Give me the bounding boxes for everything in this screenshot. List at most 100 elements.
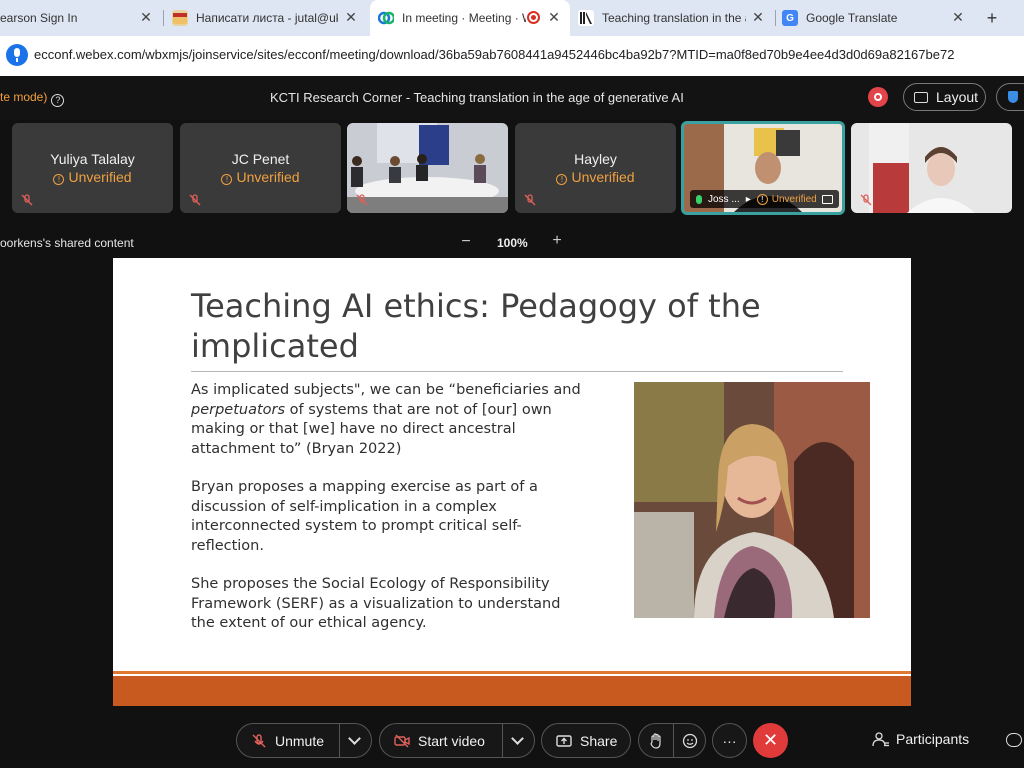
participant-video <box>851 123 1012 213</box>
warning-icon: ! <box>221 174 233 185</box>
chat-icon[interactable] <box>1006 733 1022 747</box>
participants-label: Participants <box>896 731 970 747</box>
slide-footer-band <box>113 676 911 706</box>
slide-paragraph: She proposes the Social Ecology of Respo… <box>191 576 561 631</box>
participant-video-tile[interactable] <box>851 123 1012 213</box>
google-translate-icon: G <box>782 10 798 26</box>
layout-button[interactable]: Layout <box>903 83 986 111</box>
participant-name: Hayley <box>574 151 617 167</box>
address-bar: ecconf.webex.com/wbxmjs/joinservice/site… <box>0 36 1024 76</box>
participant-name: Yuliya Talalay <box>50 151 135 167</box>
close-icon: ✕ <box>762 730 779 750</box>
close-icon[interactable]: ✕ <box>343 9 359 25</box>
tab-ukrnet-mail[interactable]: Написати листа - jutal@ukr.n ✕ <box>172 0 367 36</box>
mic-on-icon <box>696 194 702 204</box>
warning-icon: ! <box>53 174 65 185</box>
tab-label: In meeting · Meeting · We <box>402 11 526 25</box>
microphone-icon[interactable] <box>6 44 28 66</box>
participant-status: ! Unverified <box>12 169 173 185</box>
close-icon[interactable]: ✕ <box>138 9 154 25</box>
share-button[interactable]: Share <box>541 723 631 758</box>
warning-icon: ! <box>756 193 768 205</box>
meeting-room-video <box>347 123 508 213</box>
participant-name: JC Penet <box>231 151 290 167</box>
new-tab-icon[interactable]: + <box>982 8 1002 28</box>
muted-mic-icon <box>21 194 33 206</box>
participant-status: ! Unverified <box>180 169 341 185</box>
help-icon[interactable]: ? <box>51 94 65 107</box>
close-icon[interactable]: ✕ <box>750 9 766 25</box>
participant-tile[interactable]: Yuliya Talalay ! Unverified <box>12 123 173 213</box>
tab-webex-meeting[interactable]: In meeting · Meeting · We ✕ <box>370 0 570 36</box>
share-label: Share <box>580 732 618 749</box>
participant-status: ! Unverified <box>515 169 676 185</box>
slide-divider <box>191 371 843 372</box>
webex-icon <box>378 10 394 26</box>
shared-slide: Teaching AI ethics: Pedagogy of the impl… <box>113 258 911 706</box>
emoji-reaction-icon <box>682 733 698 748</box>
close-icon[interactable]: ✕ <box>950 9 966 25</box>
tab-separator <box>163 10 164 26</box>
slide-paragraph: Bryan proposes a mapping exercise as par… <box>191 479 538 554</box>
url-field[interactable]: ecconf.webex.com/wbxmjs/joinservice/site… <box>34 47 954 62</box>
status-text: Unverified <box>236 169 300 185</box>
unmute-label: Unmute <box>275 732 325 749</box>
muted-mic-icon <box>524 194 536 206</box>
tab-label: Teaching translation in the ag <box>602 11 746 25</box>
start-video-button[interactable]: Start video <box>380 724 502 757</box>
tab-label: Написати листа - jutal@ukr.n <box>196 11 338 25</box>
participants-button[interactable]: Participants <box>872 731 969 747</box>
more-options-button[interactable]: ··· <box>712 723 747 758</box>
tab-separator <box>775 10 776 26</box>
paragraph-text: As implicated subjects", we can be “bene… <box>191 382 581 398</box>
muted-mic-icon <box>189 194 201 206</box>
participant-video-tile-active-speaker[interactable]: Joss ... ▸ ! Unverified <box>681 121 845 215</box>
muted-mic-icon <box>860 194 872 206</box>
tab-kcti[interactable]: Teaching translation in the ag ✕ <box>578 0 774 36</box>
browser-tab-bar: earson Sign In ✕ Написати листа - jutal@… <box>0 0 1024 36</box>
speaker-portrait-photo <box>634 382 870 618</box>
chevron-right-icon: ▸ <box>745 193 751 205</box>
video-off-icon <box>394 734 410 747</box>
close-icon[interactable]: ✕ <box>546 9 562 25</box>
slide-accent-line <box>113 671 911 674</box>
tab-label: earson Sign In <box>0 11 78 25</box>
warning-icon: ! <box>556 174 568 185</box>
participant-tile[interactable]: JC Penet ! Unverified <box>180 123 341 213</box>
slide-title: Teaching AI ethics: Pedagogy of the impl… <box>191 287 761 365</box>
video-control: Start video <box>379 723 535 758</box>
chevron-down-icon <box>348 732 361 745</box>
zoom-in-button[interactable]: + <box>551 232 563 250</box>
security-shield-icon[interactable] <box>996 83 1024 111</box>
status-text: Unverified <box>68 169 132 185</box>
mode-indicator: te mode)? <box>0 90 65 107</box>
muted-mic-icon <box>356 194 368 206</box>
participants-icon <box>872 732 889 747</box>
start-video-label: Start video <box>418 732 485 749</box>
recording-icon[interactable] <box>868 87 888 107</box>
paragraph-emphasis: perpetuators <box>191 401 286 418</box>
reactions-control <box>638 723 706 758</box>
chevron-down-icon <box>511 732 524 745</box>
reactions-button[interactable] <box>674 724 698 757</box>
kcti-icon <box>578 10 594 26</box>
tab-google-translate[interactable]: G Google Translate ✕ <box>782 0 974 36</box>
tab-pearson[interactable]: earson Sign In ✕ <box>0 0 162 36</box>
participant-tile[interactable]: Hayley ! Unverified <box>515 123 676 213</box>
participant-video-tile[interactable] <box>347 123 508 213</box>
share-button-content: Share <box>542 724 617 757</box>
unmute-button[interactable]: Unmute <box>237 724 339 757</box>
zoom-level: 100% <box>497 236 528 250</box>
meeting-title: KCTI Research Corner - Teaching translat… <box>270 90 684 105</box>
video-options-button[interactable] <box>503 724 532 757</box>
zoom-out-button[interactable]: − <box>460 233 472 251</box>
audio-options-button[interactable] <box>340 724 369 757</box>
screen-share-icon <box>821 194 833 204</box>
layout-icon <box>914 91 928 103</box>
status-text: Unverified <box>571 169 635 185</box>
tab-label: Google Translate <box>806 11 898 25</box>
mode-label: te mode) <box>0 90 48 104</box>
leave-meeting-button[interactable]: ✕ <box>753 723 788 758</box>
muted-mic-icon <box>252 733 266 747</box>
raise-hand-button[interactable] <box>639 724 673 757</box>
